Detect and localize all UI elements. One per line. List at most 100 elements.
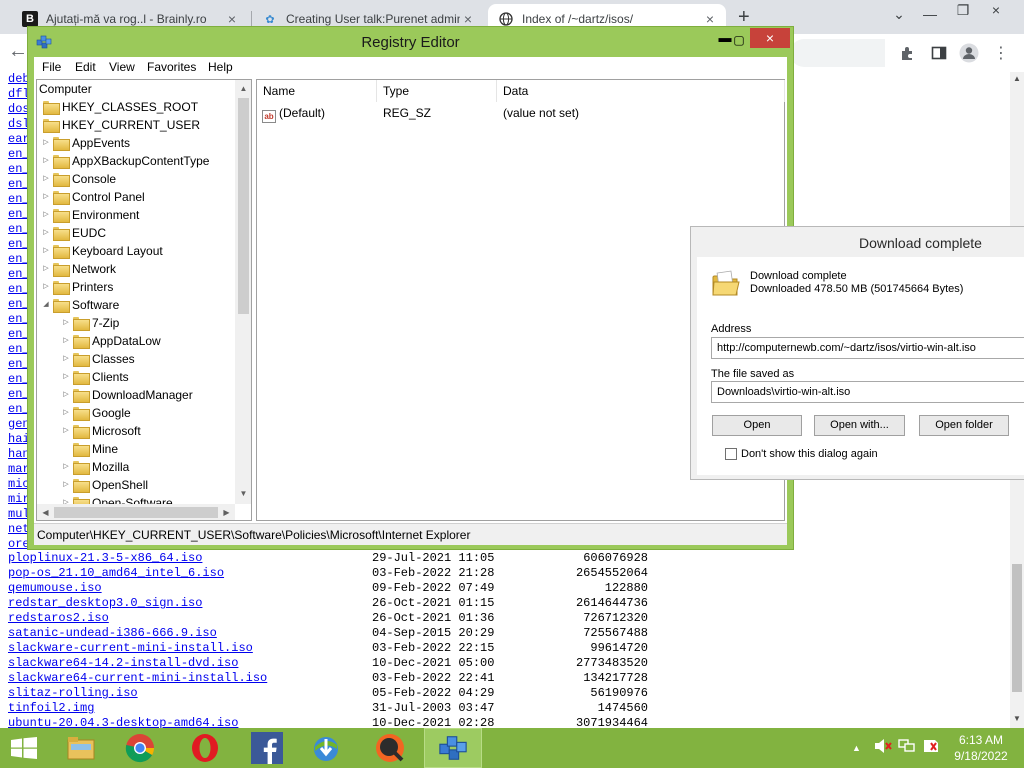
tree-node[interactable]: ▷ Control Panel [41,188,145,206]
windows-start-icon[interactable] [10,737,38,759]
restore-icon[interactable]: ❐ [948,2,978,19]
tree-node[interactable]: ▷ Printers [41,278,113,296]
scroll-up-icon[interactable]: ▲ [1010,72,1024,86]
window-close-icon[interactable]: × [981,2,1011,18]
tree-node[interactable]: ▷ Environment [41,206,139,224]
address-field[interactable]: http://computernewb.com/~dartz/isos/virt… [711,337,1024,359]
tree-node[interactable]: HKEY_CURRENT_USER [41,116,200,134]
file-link[interactable]: slackware64-current-mini-install.iso [8,671,267,686]
tree-node[interactable]: ▷ Clients [61,368,129,386]
system-clock[interactable]: 6:13 AM 9/18/2022 [946,732,1016,764]
volume-muted-icon[interactable] [874,738,892,757]
tree-node[interactable]: ▷ AppXBackupContentType [41,152,209,170]
tree-node[interactable]: ▷ OpenShell [61,476,148,494]
saved-path-field[interactable]: Downloads\virtio-win-alt.iso [711,381,1024,403]
column-header-type[interactable]: Type [377,80,497,102]
file-link[interactable]: slitaz-rolling.iso [8,686,138,701]
scroll-thumb[interactable] [1012,564,1022,692]
tree-node[interactable]: ▷ Google [61,404,131,422]
expand-arrow-icon[interactable]: ▷ [41,134,51,152]
tree-node[interactable]: ▷ Mozilla [61,458,129,476]
expand-arrow-icon[interactable]: ▷ [61,476,71,494]
expand-arrow-icon[interactable]: ▷ [61,314,71,332]
chevron-down-icon[interactable]: ⌄ [884,6,914,23]
expand-arrow-icon[interactable]: ▷ [41,242,51,260]
close-icon[interactable]: × [750,28,790,48]
tree-node[interactable]: ▷ Network [41,260,116,278]
menu-edit[interactable]: Edit [75,60,96,74]
scroll-down-icon[interactable]: ▼ [1010,712,1024,726]
taskbar-file-explorer[interactable] [52,728,110,768]
network-icon[interactable] [898,738,916,757]
tree-node[interactable]: ▷ Microsoft [61,422,141,440]
tree-node[interactable]: HKEY_CLASSES_ROOT [41,98,198,116]
file-link[interactable]: slackware64-14.2-install-dvd.iso [8,656,238,671]
menu-view[interactable]: View [109,60,135,74]
tree-node[interactable]: ▷ Classes [61,350,135,368]
file-link[interactable]: pop-os_21.10_amd64_intel_6.iso [8,566,224,581]
open-folder-button[interactable]: Open folder [919,415,1009,436]
column-header-name[interactable]: Name [257,80,377,102]
tree-node[interactable]: Computer [39,80,92,98]
file-link[interactable]: qemumouse.iso [8,581,102,596]
profile-icon[interactable] [958,42,980,64]
close-icon[interactable]: × [224,11,240,27]
expand-arrow-icon[interactable]: ▷ [41,224,51,242]
registry-title-bar[interactable]: Registry Editor ▬ ▢ × [28,27,793,57]
column-header-data[interactable]: Data [497,80,785,102]
registry-tree[interactable]: Computer HKEY_CLASSES_ROOT HKEY_CURRENT_US… [36,79,252,521]
address-bar[interactable] [790,39,885,67]
more-menu-icon[interactable]: ⋮ [990,42,1012,64]
tree-node[interactable]: ▷ Keyboard Layout [41,242,163,260]
taskbar-qemu[interactable] [361,728,419,768]
tree-node[interactable]: ▷ 7-Zip [61,314,119,332]
expand-arrow-icon[interactable]: ▷ [61,422,71,440]
tree-node[interactable]: ▷ AppEvents [41,134,130,152]
expand-arrow-icon[interactable]: ▷ [41,188,51,206]
scroll-right-icon[interactable]: ▶ [218,504,235,520]
tree-node[interactable]: Mine [61,440,118,458]
expand-arrow-icon[interactable]: ▷ [41,152,51,170]
taskbar-facebook[interactable] [238,728,296,768]
taskbar-opera[interactable] [176,728,234,768]
tree-hscroll-thumb[interactable] [54,507,218,518]
file-link[interactable]: redstar_desktop3.0_sign.iso [8,596,202,611]
extensions-icon[interactable] [896,42,918,64]
show-hidden-icons-chevron-icon[interactable]: ▲ [852,743,861,753]
dont-show-checkbox[interactable]: Don't show this dialog again [725,448,878,460]
expanded-arrow-icon[interactable]: ◢ [41,296,51,314]
tree-vertical-scrollbar[interactable]: ▲ ▼ [235,80,251,504]
minimize-icon[interactable]: — [915,6,945,22]
tree-node[interactable]: ◢ Software [41,296,119,314]
tree-scroll-thumb[interactable] [238,98,249,314]
tree-node[interactable]: ▷ Console [41,170,116,188]
tree-node[interactable]: ▷ AppDataLow [61,332,161,350]
expand-arrow-icon[interactable]: ▷ [61,386,71,404]
file-link[interactable]: satanic-undead-i386-666.9.iso [8,626,217,641]
scroll-left-icon[interactable]: ◀ [37,504,54,520]
action-center-icon[interactable] [922,738,940,757]
open-button[interactable]: Open [712,415,802,436]
expand-arrow-icon[interactable]: ▷ [61,458,71,476]
file-link[interactable]: tinfoil2.img [8,701,94,716]
checkbox-box[interactable] [725,448,737,460]
maximize-icon[interactable]: ▢ [726,31,752,49]
open-with-button[interactable]: Open with... [814,415,905,436]
taskbar-download-manager[interactable] [297,728,355,768]
scroll-up-icon[interactable]: ▲ [235,80,251,97]
menu-file[interactable]: File [42,60,61,74]
expand-arrow-icon[interactable]: ▷ [61,368,71,386]
tree-node[interactable]: ▷ DownloadManager [61,386,193,404]
tree-node[interactable]: ▷ EUDC [41,224,106,242]
tree-horizontal-scrollbar[interactable]: ◀ ▶ [37,504,235,520]
expand-arrow-icon[interactable]: ▷ [41,260,51,278]
taskbar-chrome[interactable] [111,728,169,768]
scroll-down-icon[interactable]: ▼ [235,485,251,502]
file-link[interactable]: redstaros2.iso [8,611,109,626]
value-row-name[interactable]: ab (Default) [262,104,325,123]
expand-arrow-icon[interactable]: ▷ [41,206,51,224]
expand-arrow-icon[interactable]: ▷ [41,170,51,188]
file-link[interactable]: ploplinux-21.3-5-x86_64.iso [8,551,202,566]
file-link[interactable]: slackware-current-mini-install.iso [8,641,253,656]
expand-arrow-icon[interactable]: ▷ [41,278,51,296]
